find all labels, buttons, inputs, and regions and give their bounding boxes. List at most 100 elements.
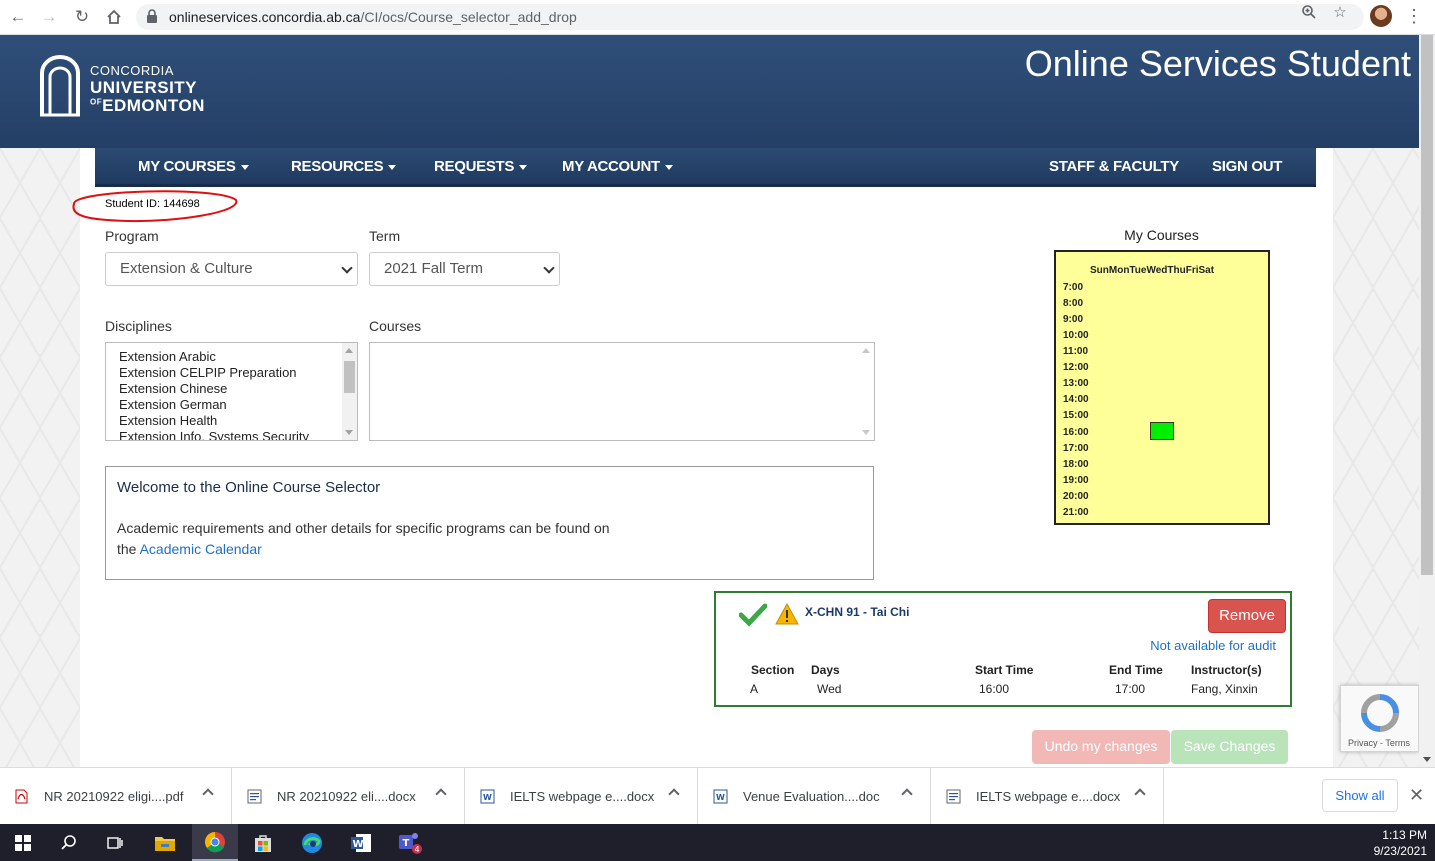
audit-status-link[interactable]: Not available for audit [1150,638,1276,653]
scroll-thumb[interactable] [344,361,355,393]
search-icon[interactable] [46,824,92,861]
scroll-down-icon[interactable] [1423,757,1431,762]
start-time-value: 16:00 [979,682,1010,696]
section-header: Section [751,663,795,677]
instructor-header: Instructor(s) [1191,663,1262,677]
windows-start-icon[interactable] [0,824,46,861]
list-item[interactable]: Extension Arabic [119,349,309,365]
term-select[interactable]: 2021 Fall Term [369,252,560,286]
background-pattern-left [0,148,80,767]
chevron-down-icon [341,262,353,274]
site-header: CONCORDIA UNIVERSITY OFEDMONTON Online S… [0,35,1419,148]
store-icon[interactable] [240,824,286,861]
schedule-course-block[interactable] [1150,422,1174,440]
site-title: Online Services Student [1024,43,1411,84]
system-clock[interactable]: 1:13 PM 9/23/2021 [1374,827,1427,859]
schedule-hour: 13:00 [1063,378,1089,389]
menu-requests[interactable]: REQUESTS [434,158,528,175]
browser-menu-icon[interactable]: ⋮ [1405,6,1423,28]
profile-avatar[interactable] [1370,5,1392,27]
page: CONCORDIA UNIVERSITY OFEDMONTON Online S… [0,35,1419,767]
scroll-up-icon[interactable] [345,348,353,353]
chevron-up-icon[interactable] [435,788,447,800]
word-icon[interactable]: W [338,824,384,861]
word-file-icon: W [480,789,495,804]
menu-my-account[interactable]: MY ACCOUNT [562,158,673,175]
course-title: X-CHN 91 - Tai Chi [805,605,910,619]
zoom-icon[interactable] [1300,4,1318,22]
url-text: onlineservices.concordia.ab.ca/CI/ocs/Co… [169,9,577,25]
courses-listbox[interactable] [369,342,875,441]
courses-label: Courses [369,318,422,334]
chevron-up-icon[interactable] [668,788,680,800]
logo-arch-icon [40,55,80,117]
disciplines-scrollbar[interactable] [342,343,357,440]
schedule-hour: 14:00 [1063,394,1089,405]
list-item[interactable]: Extension Health [119,413,309,429]
caret-down-icon [664,164,673,170]
list-item[interactable]: Extension German [119,397,309,413]
chevron-up-icon[interactable] [901,788,913,800]
caret-down-icon [519,164,528,170]
file-explorer-icon[interactable] [142,824,188,861]
courses-scrollbar[interactable] [859,343,874,440]
schedule-hour: 7:00 [1063,282,1084,293]
bookmark-star-icon[interactable]: ☆ [1331,4,1349,22]
scroll-down-icon[interactable] [345,430,353,435]
menu-staff-faculty[interactable]: STAFF & FACULTY [1049,158,1179,175]
forward-arrow-icon[interactable]: → [37,5,61,29]
download-name: IELTS webpage e....docx [976,789,1121,804]
list-item[interactable]: Extension Info. Systems Security [119,429,309,440]
schedule-hour: 9:00 [1063,314,1084,325]
download-item[interactable]: NR 20210922 eligi....pdf [0,768,232,825]
academic-calendar-link[interactable]: Academic Calendar [140,541,262,557]
remove-course-button[interactable]: Remove [1208,599,1286,633]
undo-changes-button[interactable]: Undo my changes [1032,730,1170,764]
download-item[interactable]: W Venue Evaluation....doc [699,768,931,825]
home-icon[interactable] [102,5,126,29]
instructor-value: Fang, Xinxin [1191,682,1258,696]
page-scrollbar[interactable] [1419,35,1435,767]
schedule-day-headers: SunMonTueWedThuFriSat [1090,265,1215,276]
show-all-downloads-button[interactable]: Show all [1322,779,1398,812]
list-item[interactable]: Extension Chinese [119,381,309,397]
back-arrow-icon[interactable]: ← [6,5,30,29]
caret-down-icon [240,164,249,170]
menu-my-courses[interactable]: MY COURSES [138,158,249,175]
svg-text:W: W [353,839,364,850]
disciplines-listbox[interactable]: Extension Arabic Extension CELPIP Prepar… [105,342,358,441]
scroll-down-icon[interactable] [862,430,870,435]
chevron-up-icon[interactable] [1134,788,1146,800]
download-item[interactable]: IELTS webpage e....docx [932,768,1164,825]
recaptcha-badge[interactable]: Privacy - Terms [1340,685,1419,752]
menu-sign-out[interactable]: SIGN OUT [1212,158,1282,175]
schedule-hour: 10:00 [1063,330,1089,341]
list-item[interactable]: Extension CELPIP Preparation [119,365,309,381]
scroll-up-icon[interactable] [862,348,870,353]
schedule-hour: 11:00 [1063,346,1089,357]
page-scroll-thumb[interactable] [1421,35,1433,575]
program-select[interactable]: Extension & Culture [105,252,358,286]
recaptcha-links[interactable]: Privacy - Terms [1348,738,1410,748]
chevron-down-icon [543,262,555,274]
program-label: Program [105,228,159,244]
teams-icon[interactable]: T4 [387,824,433,861]
download-item[interactable]: W IELTS webpage e....docx [466,768,698,825]
save-changes-button[interactable]: Save Changes [1171,730,1288,764]
download-item[interactable]: NR 20210922 eli....docx [233,768,465,825]
welcome-text: Academic requirements and other details … [117,520,610,536]
download-name: NR 20210922 eligi....pdf [44,789,184,804]
edge-icon[interactable] [289,824,335,861]
close-icon[interactable]: ✕ [1409,785,1424,806]
logo-text-edmonton: OFEDMONTON [90,96,205,115]
start-time-header: Start Time [975,663,1034,677]
chevron-up-icon[interactable] [202,788,214,800]
address-bar[interactable]: onlineservices.concordia.ab.ca/CI/ocs/Co… [136,4,1364,30]
task-view-icon[interactable] [92,824,138,861]
reload-icon[interactable]: ↻ [70,5,94,29]
university-logo[interactable]: CONCORDIA UNIVERSITY OFEDMONTON [38,55,218,119]
end-time-header: End Time [1109,663,1163,677]
chrome-icon[interactable] [192,824,238,861]
menu-resources[interactable]: RESOURCES [291,158,397,175]
svg-text:4: 4 [415,845,420,854]
